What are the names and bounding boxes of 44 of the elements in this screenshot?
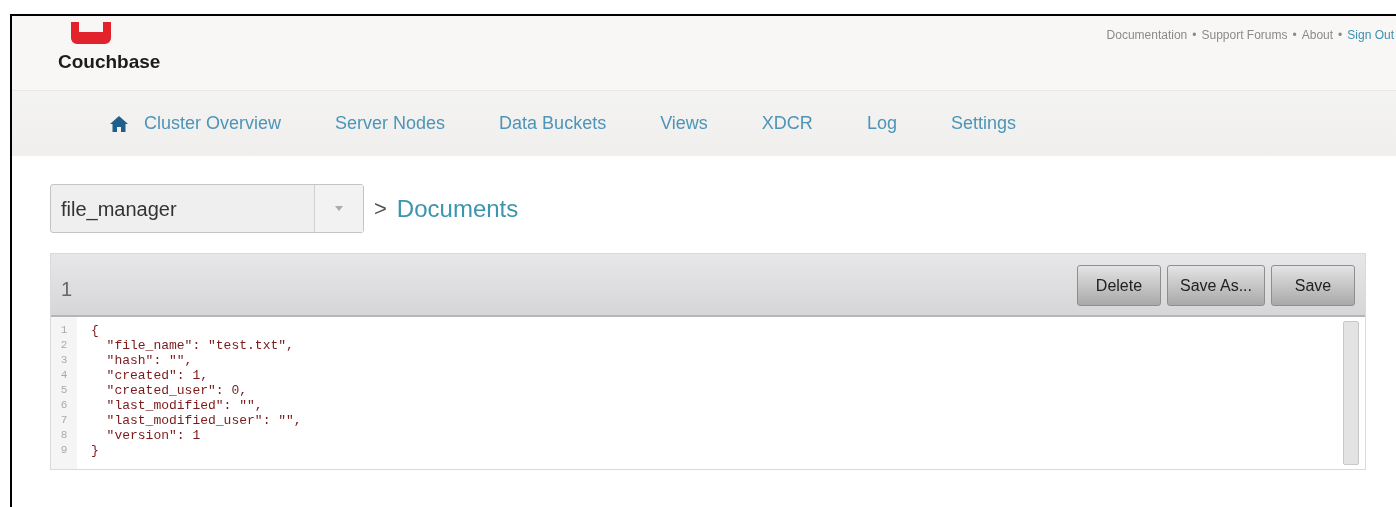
separator-dot: • bbox=[1292, 27, 1297, 44]
header-link[interactable]: About bbox=[1301, 26, 1334, 44]
scrollbar[interactable] bbox=[1343, 321, 1359, 465]
header-link[interactable]: Sign Out bbox=[1347, 26, 1394, 44]
header-link[interactable]: Documentation bbox=[1106, 26, 1188, 44]
code-line: "last_modified_user": "", bbox=[105, 413, 302, 428]
toolbar-button[interactable]: Save As... bbox=[1166, 265, 1265, 306]
code-line: "hash": "", bbox=[105, 353, 193, 368]
bucket-select[interactable]: file_manager bbox=[50, 184, 364, 233]
code-line: "version": 1 bbox=[105, 428, 201, 443]
toolbar-button[interactable]: Save bbox=[1271, 265, 1355, 306]
separator-dot: • bbox=[1338, 27, 1343, 44]
line-number: 9 bbox=[60, 443, 68, 458]
line-number: 2 bbox=[60, 338, 68, 353]
nav-link[interactable]: Settings bbox=[950, 110, 1016, 137]
logo-icon bbox=[68, 22, 114, 44]
nav-link[interactable]: XDCR bbox=[761, 110, 813, 137]
caret-icon bbox=[335, 206, 343, 211]
nav-link[interactable]: Cluster Overview bbox=[110, 110, 282, 137]
breadcrumb-separator: > bbox=[374, 195, 387, 223]
code-line: { bbox=[91, 323, 99, 338]
page-title: Documents bbox=[396, 193, 519, 224]
code-line: "file_name": "test.txt", bbox=[105, 338, 294, 353]
code-line: "created_user": 0, bbox=[105, 383, 248, 398]
line-number: 7 bbox=[60, 413, 68, 428]
line-number: 6 bbox=[60, 398, 68, 413]
line-number: 4 bbox=[60, 368, 68, 383]
line-number: 1 bbox=[60, 323, 68, 338]
line-number: 3 bbox=[60, 353, 68, 368]
code-line: "created": 1, bbox=[105, 368, 209, 383]
separator-dot: • bbox=[1192, 27, 1197, 44]
code-line: } bbox=[91, 443, 99, 458]
document-id: 1 bbox=[61, 276, 73, 302]
nav-link[interactable]: Views bbox=[660, 110, 708, 137]
nav-link[interactable]: Server Nodes bbox=[335, 110, 446, 137]
line-number: 5 bbox=[60, 383, 68, 398]
line-number: 8 bbox=[60, 428, 68, 443]
nav-link[interactable]: Log bbox=[866, 110, 897, 137]
nav-link[interactable]: Data Buckets bbox=[499, 110, 607, 137]
home-icon bbox=[110, 115, 128, 132]
toolbar-button[interactable]: Delete bbox=[1076, 265, 1161, 306]
code-line: "last_modified": "", bbox=[105, 398, 263, 413]
logo-text: Couchbase bbox=[58, 50, 161, 74]
header-link[interactable]: Support Forums bbox=[1201, 26, 1288, 44]
